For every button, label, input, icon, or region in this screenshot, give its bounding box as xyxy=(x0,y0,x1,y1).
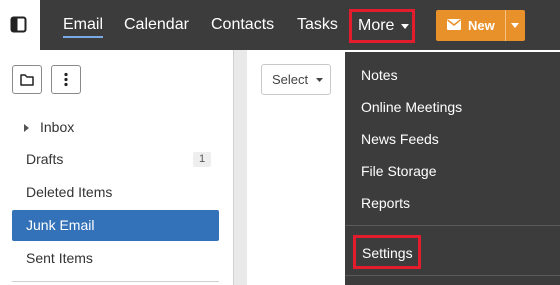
folder-sent-items[interactable]: Sent Items xyxy=(12,243,219,274)
divider xyxy=(12,281,219,282)
menu-item-reports[interactable]: Reports xyxy=(361,193,410,213)
menu-item-settings[interactable]: Settings xyxy=(353,235,421,269)
folder-label: Deleted Items xyxy=(26,184,113,200)
menu-item-news-feeds[interactable]: News Feeds xyxy=(361,129,439,149)
kebab-icon xyxy=(64,72,68,87)
new-folder-button[interactable] xyxy=(12,65,42,94)
menu-item-file-storage[interactable]: File Storage xyxy=(361,161,436,181)
chevron-down-icon xyxy=(401,24,409,29)
folder-label: Drafts xyxy=(26,151,64,167)
nav-tab-label: Contacts xyxy=(211,16,275,33)
split-divider xyxy=(505,10,506,41)
menu-divider xyxy=(345,225,560,226)
menu-item-online-meetings[interactable]: Online Meetings xyxy=(361,97,462,117)
more-label: More xyxy=(358,17,395,34)
select-dropdown-button[interactable]: Select xyxy=(261,64,331,95)
folder-label: Inbox xyxy=(40,119,75,135)
new-button-label: New xyxy=(468,18,495,33)
folder-drafts[interactable]: Drafts 1 xyxy=(12,144,219,175)
panel-toggle-icon xyxy=(10,16,27,33)
top-navigation-bar: Email Calendar Contacts Tasks More New xyxy=(0,0,560,50)
folder-deleted-items[interactable]: Deleted Items xyxy=(12,177,219,208)
folder-label: Junk Email xyxy=(26,217,95,233)
sidebar-resize-handle[interactable] xyxy=(233,50,247,285)
folder-junk-email[interactable]: Junk Email xyxy=(12,210,219,241)
envelope-icon xyxy=(447,19,461,30)
nav-tab-label: Email xyxy=(63,16,104,38)
panel-toggle-button[interactable] xyxy=(0,0,40,50)
nav-tab-label: Tasks xyxy=(297,16,338,33)
more-menu-button[interactable]: More xyxy=(349,9,415,43)
settings-label: Settings xyxy=(362,245,413,261)
new-button[interactable]: New xyxy=(436,10,525,41)
menu-item-notes[interactable]: Notes xyxy=(361,65,398,85)
nav-tab-tasks[interactable]: Tasks xyxy=(297,0,338,50)
select-label: Select xyxy=(272,72,309,87)
chevron-down-icon[interactable] xyxy=(511,23,519,28)
folder-label: Sent Items xyxy=(26,250,93,266)
nav-tab-calendar[interactable]: Calendar xyxy=(124,0,189,50)
nav-tab-contacts[interactable]: Contacts xyxy=(211,0,274,50)
folder-inbox[interactable]: Inbox xyxy=(12,112,219,143)
nav-tab-email[interactable]: Email xyxy=(63,0,104,50)
folder-options-button[interactable] xyxy=(51,65,81,94)
chevron-down-icon xyxy=(316,78,323,82)
folder-sidebar: Inbox Drafts 1 Deleted Items Junk Email … xyxy=(0,50,233,285)
unread-count-badge: 1 xyxy=(193,152,211,167)
menu-divider xyxy=(345,275,560,276)
folder-icon xyxy=(20,74,34,86)
nav-tab-label: Calendar xyxy=(124,16,189,33)
caret-right-icon[interactable] xyxy=(24,124,29,132)
